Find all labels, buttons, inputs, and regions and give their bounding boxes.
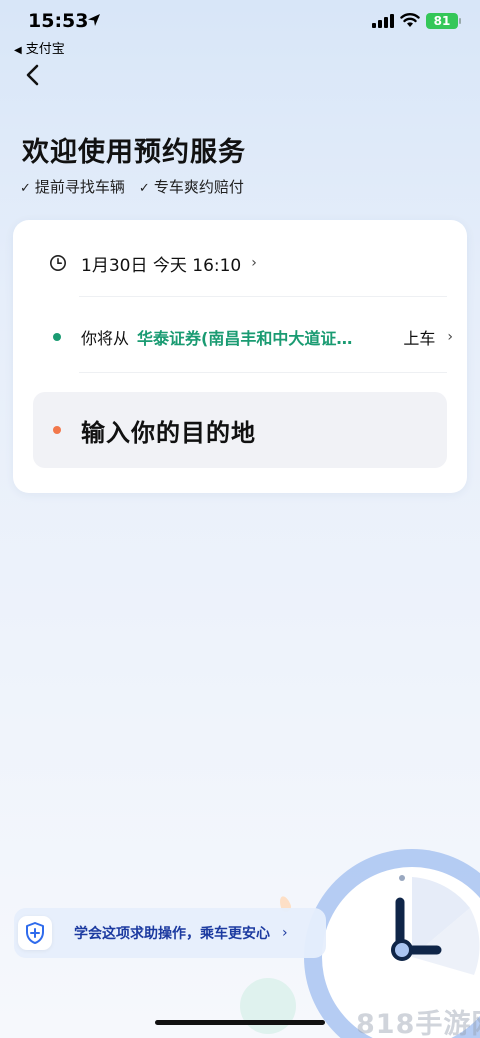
home-indicator[interactable] bbox=[155, 1020, 325, 1025]
feature-list: ✓ 提前寻找车辆 ✓ 专车爽约赔付 bbox=[20, 176, 244, 197]
back-to-app-link[interactable]: ◀ 支付宝 bbox=[14, 38, 65, 57]
battery-nub bbox=[459, 18, 461, 24]
back-arrow-icon[interactable] bbox=[20, 62, 46, 88]
divider bbox=[79, 372, 447, 373]
status-bar: 15:53 ◀ 支付宝 81 bbox=[0, 0, 480, 58]
location-arrow-icon bbox=[88, 14, 100, 26]
status-time: 15:53 bbox=[28, 10, 89, 32]
pickup-suffix: 上车 bbox=[403, 329, 436, 348]
destination-dot-icon bbox=[53, 426, 61, 434]
pickup-prefix: 你将从 bbox=[81, 329, 130, 348]
pickup-time-text: 1月30日 今天 16:10 bbox=[81, 255, 242, 276]
feature-item: ✓ 提前寻找车辆 bbox=[20, 176, 125, 197]
booking-card: 1月30日 今天 16:10 › 你将从 华泰证券(南昌丰和中大道证… 上车 ›… bbox=[13, 220, 467, 493]
destination-placeholder: 输入你的目的地 bbox=[81, 418, 256, 447]
chevron-right-icon: › bbox=[282, 925, 288, 941]
watermark: 818手游网 bbox=[356, 1009, 480, 1038]
check-icon: ✓ bbox=[20, 181, 31, 196]
destination-input[interactable]: 输入你的目的地 bbox=[33, 392, 447, 468]
pickup-place: 华泰证券(南昌丰和中大道证… bbox=[137, 329, 353, 348]
cellular-signal-icon bbox=[372, 14, 394, 28]
chevron-right-icon: › bbox=[447, 329, 453, 345]
back-triangle-icon: ◀ bbox=[14, 45, 22, 56]
pickup-time-selector[interactable]: 1月30日 今天 16:10 › bbox=[49, 246, 257, 280]
chevron-right-icon: › bbox=[251, 255, 257, 271]
clock-icon bbox=[50, 255, 66, 271]
wifi-icon bbox=[400, 13, 420, 27]
feature-label: 提前寻找车辆 bbox=[34, 178, 125, 196]
decorative-blob bbox=[240, 978, 296, 1034]
back-app-label: 支付宝 bbox=[25, 42, 65, 57]
shield-plus-icon bbox=[18, 916, 52, 950]
battery-indicator: 81 bbox=[426, 13, 458, 29]
feature-item: ✓ 专车爽约赔付 bbox=[139, 176, 244, 197]
page-title: 欢迎使用预约服务 bbox=[22, 137, 246, 168]
divider bbox=[79, 296, 447, 297]
safety-help-banner[interactable]: 学会这项求助操作，乘车更安心 › bbox=[14, 908, 326, 958]
pickup-dot-icon bbox=[53, 333, 61, 341]
pickup-location-selector[interactable]: 你将从 华泰证券(南昌丰和中大道证… 上车 › bbox=[49, 320, 453, 354]
feature-label: 专车爽约赔付 bbox=[153, 178, 244, 196]
safety-help-text: 学会这项求助操作，乘车更安心 bbox=[74, 926, 270, 942]
check-icon: ✓ bbox=[138, 181, 150, 196]
